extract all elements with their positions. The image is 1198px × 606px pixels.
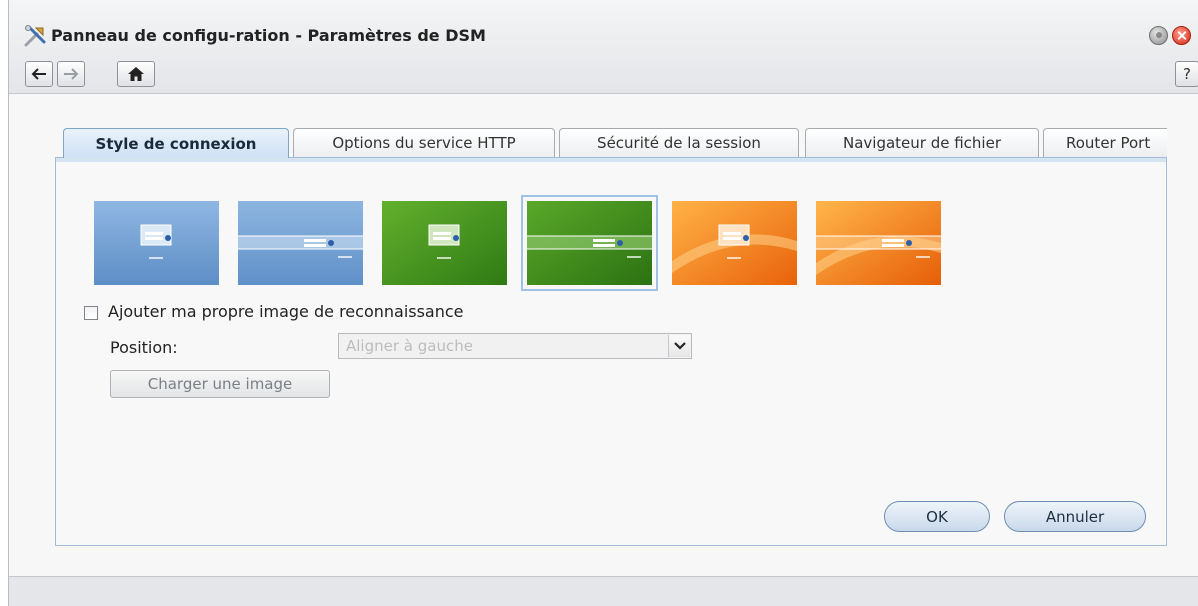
tab-router-port[interactable]: Router Port — [1043, 128, 1167, 157]
chevron-down-icon — [668, 335, 690, 357]
upload-image-button[interactable]: Charger une image — [110, 370, 330, 398]
login-style-blue-box[interactable] — [94, 201, 219, 285]
login-style-green-box[interactable] — [382, 201, 507, 285]
login-style-blue-banner[interactable] — [238, 201, 363, 285]
tools-icon — [24, 25, 46, 47]
close-button[interactable] — [1172, 26, 1191, 45]
tab-http-service-options[interactable]: Options du service HTTP — [293, 128, 555, 157]
login-style-green-banner[interactable] — [521, 195, 658, 291]
login-style-orange-banner[interactable] — [816, 201, 941, 285]
tab-file-browser[interactable]: Navigateur de fichier — [805, 128, 1039, 157]
title-bar: Panneau de configu-ration - Paramètres d… — [9, 0, 1198, 94]
home-icon — [128, 67, 144, 81]
help-button[interactable]: ? — [1175, 61, 1198, 87]
login-style-panel: Ajouter ma propre image de reconnaissanc… — [55, 157, 1167, 546]
position-select-value: Aligner à gauche — [346, 337, 473, 355]
ok-button[interactable]: OK — [884, 501, 990, 532]
home-button[interactable] — [117, 61, 155, 87]
panel-divider — [56, 158, 1166, 162]
cancel-button[interactable]: Annuler — [1004, 501, 1146, 532]
login-style-orange-box[interactable] — [672, 201, 797, 285]
tab-scroll-area: Router Port — [1043, 128, 1167, 158]
tab-session-security[interactable]: Sécurité de la session — [559, 128, 799, 157]
position-label: Position: — [110, 338, 178, 357]
status-bar — [9, 576, 1198, 606]
arrow-left-icon — [31, 68, 46, 80]
custom-image-checkbox[interactable] — [84, 306, 98, 320]
tab-login-style[interactable]: Style de connexion — [63, 128, 289, 158]
forward-button[interactable] — [57, 61, 85, 87]
arrow-right-icon — [64, 68, 79, 80]
position-select[interactable]: Aligner à gauche — [338, 333, 692, 359]
minimize-button[interactable] — [1149, 26, 1168, 45]
control-panel-window: Panneau de configu-ration - Paramètres d… — [8, 0, 1198, 606]
custom-image-checkbox-label: Ajouter ma propre image de reconnaissanc… — [108, 302, 464, 321]
back-button[interactable] — [25, 61, 53, 87]
window-title: Panneau de configu-ration - Paramètres d… — [51, 26, 486, 45]
